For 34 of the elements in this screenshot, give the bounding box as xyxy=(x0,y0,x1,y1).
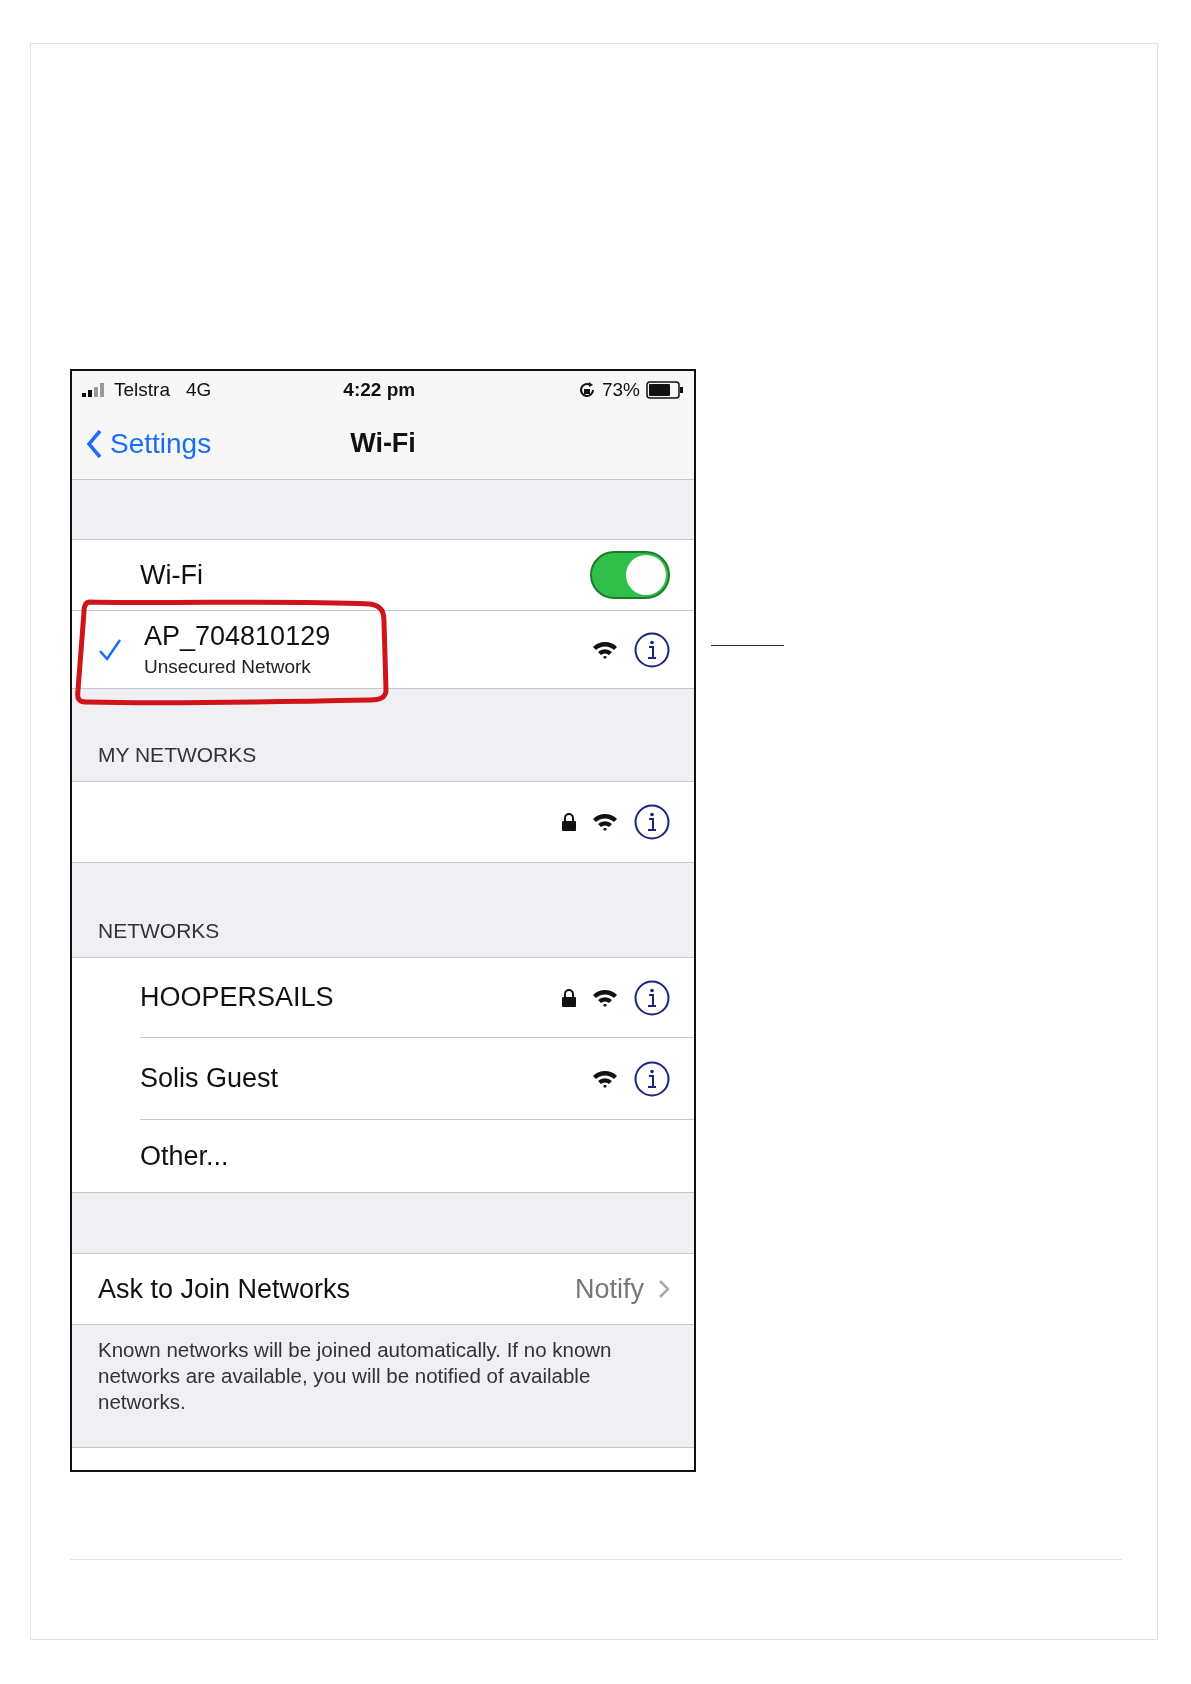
setting-label: Ask to Join Networks xyxy=(98,1273,351,1305)
info-icon[interactable] xyxy=(634,979,670,1016)
network-name: Solis Guest xyxy=(140,1063,279,1094)
lock-icon xyxy=(562,813,576,831)
carrier-name: Telstra xyxy=(114,378,170,401)
network-type: 4G xyxy=(185,378,212,401)
clock-time: 4:22 pm xyxy=(343,378,416,401)
info-icon[interactable] xyxy=(634,1060,670,1097)
back-chevron-icon xyxy=(86,428,102,459)
battery-icon xyxy=(646,380,684,399)
wifi-label: Wi-Fi xyxy=(140,559,203,591)
screen-title: Wi-Fi xyxy=(350,428,416,459)
rotation-lock-icon xyxy=(577,380,596,399)
network-name: HOOPERSAILS xyxy=(140,982,334,1013)
battery-percent: 73% xyxy=(601,378,640,401)
info-icon[interactable] xyxy=(634,804,670,840)
back-button[interactable]: Settings xyxy=(86,427,212,460)
wifi-icon xyxy=(592,1068,618,1089)
wifi-icon xyxy=(592,639,618,660)
other-network-link[interactable]: Other... xyxy=(140,1140,229,1172)
wifi-toggle[interactable] xyxy=(590,551,670,599)
lock-icon xyxy=(562,988,576,1007)
wifi-icon xyxy=(592,812,618,832)
section-header: NETWORKS xyxy=(98,919,220,943)
section-header: MY NETWORKS xyxy=(98,743,257,767)
chevron-icon xyxy=(658,1279,670,1299)
network-status: Unsecured Network xyxy=(144,656,312,678)
network-name: AP_704810129 xyxy=(144,621,331,652)
wifi-icon xyxy=(592,987,618,1008)
footer-note: Known networks will be joined automatically. If no known networks are available, you will be notified of available networks. xyxy=(97,1337,613,1415)
info-icon[interactable] xyxy=(634,631,670,668)
back-label[interactable]: Settings xyxy=(110,427,212,460)
setting-value: Notify xyxy=(574,1273,644,1305)
network-row[interactable]: AP_704810129 Unsecured Network xyxy=(72,610,694,689)
